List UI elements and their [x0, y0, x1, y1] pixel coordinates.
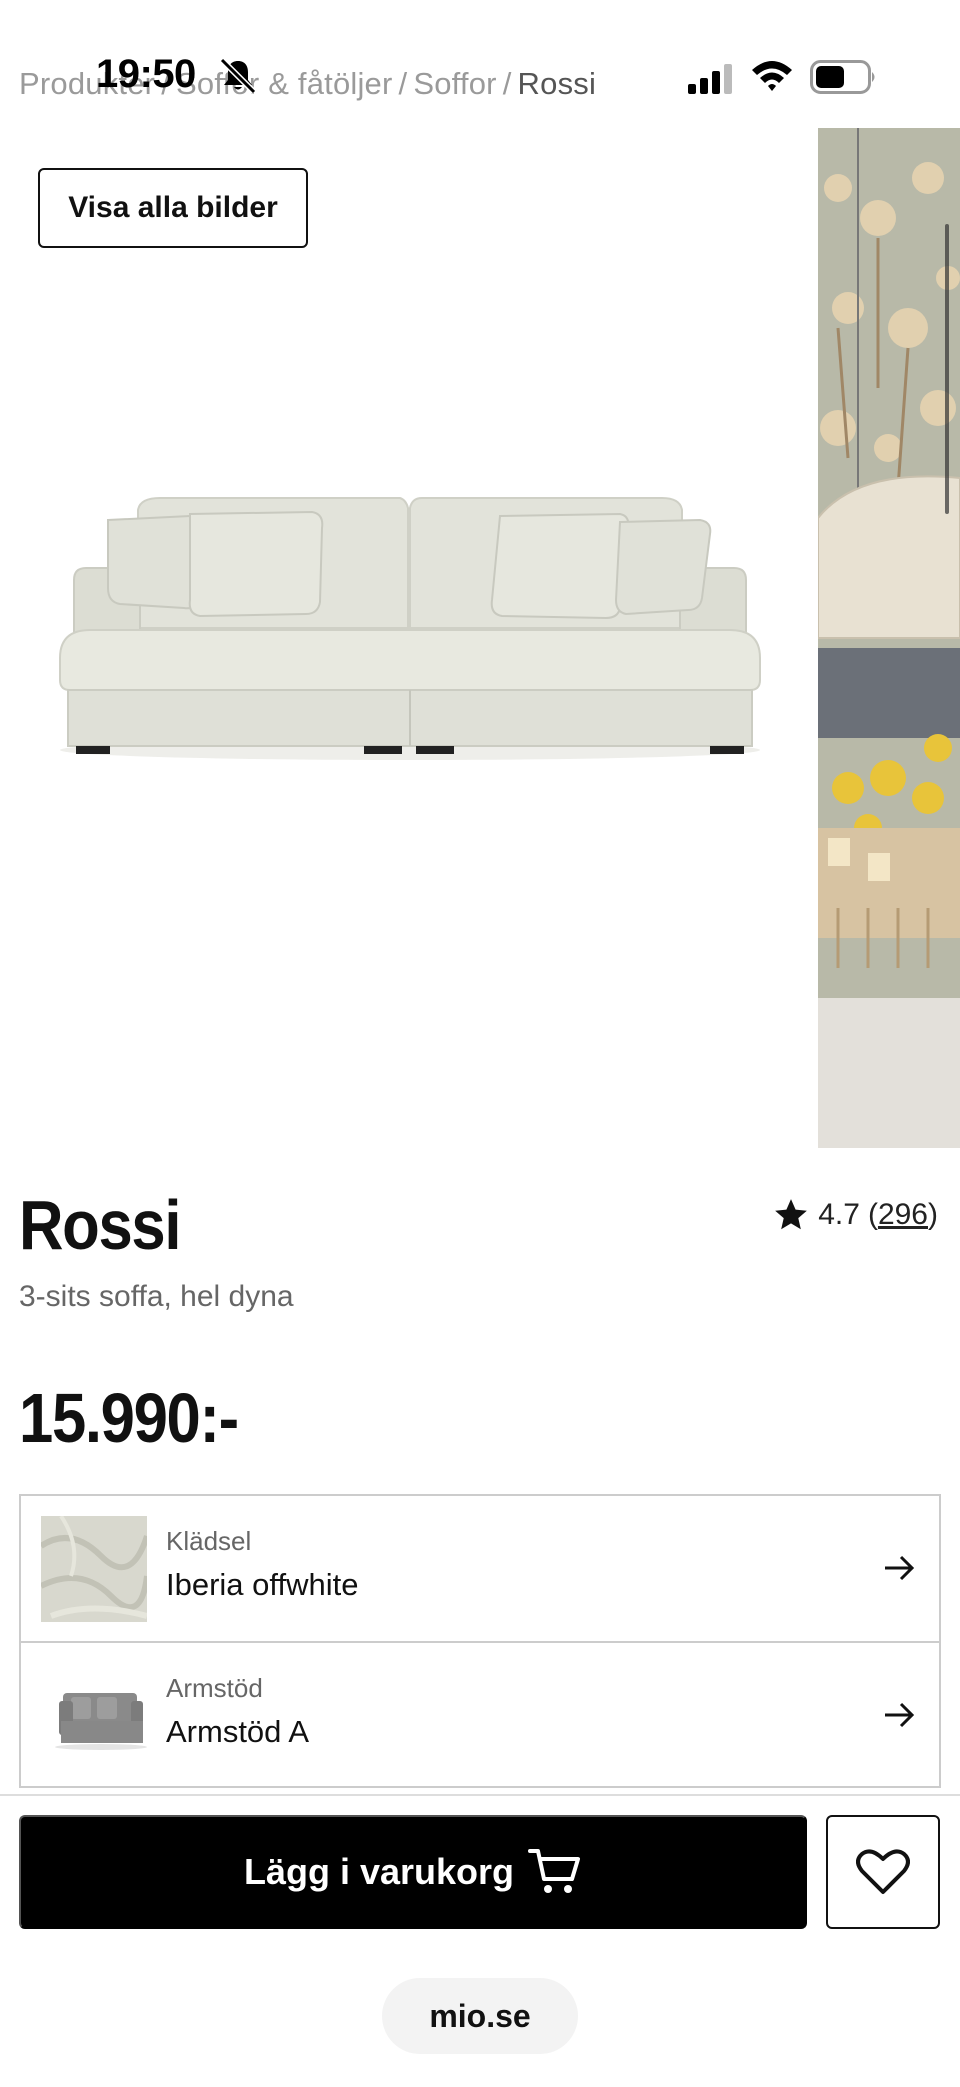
product-rating[interactable]: 4.7 (296) — [772, 1196, 938, 1234]
breadcrumb-item-soffor-fatoljer[interactable]: Soffor & fåtöljer — [176, 66, 393, 101]
review-count-link[interactable]: 296 — [878, 1198, 928, 1231]
breadcrumb-separator: / — [398, 66, 408, 101]
option-upholstery-text: Klädsel Iberia offwhite — [166, 1526, 358, 1603]
bottom-bar-divider — [0, 1794, 960, 1796]
option-label: Armstöd — [166, 1673, 263, 1703]
product-subtitle: 3-sits soffa, hel dyna — [19, 1280, 294, 1313]
breadcrumb-current: Rossi — [517, 66, 597, 101]
product-image-sofa[interactable] — [50, 468, 770, 768]
browser-url-bar[interactable]: mio.se — [382, 1978, 578, 2054]
breadcrumb-item-soffor[interactable]: Soffor — [413, 66, 496, 101]
product-title: Rossi — [19, 1186, 181, 1264]
review-count-wrapper[interactable]: (296) — [868, 1198, 938, 1232]
armrest-sofa-thumbnail — [41, 1663, 147, 1769]
add-to-cart-button[interactable]: Lägg i varukorg — [19, 1815, 807, 1929]
rating-value: 4.7 — [818, 1198, 860, 1231]
product-gallery[interactable]: Visa alla bilder — [0, 128, 960, 1148]
fabric-swatch-thumbnail — [41, 1516, 147, 1622]
breadcrumb-separator: / — [502, 66, 512, 101]
heart-icon — [856, 1849, 910, 1894]
product-image-room[interactable] — [818, 128, 960, 1148]
status-time: 19:50 — [96, 52, 196, 96]
wifi-icon — [752, 61, 792, 91]
star-icon — [775, 1199, 808, 1230]
option-value: Armstöd A — [166, 1714, 309, 1749]
option-armrest[interactable]: Armstöd Armstöd A — [21, 1641, 939, 1786]
gallery-scroll-indicator — [945, 224, 949, 514]
option-label: Klädsel — [166, 1526, 252, 1556]
view-all-images-button[interactable]: Visa alla bilder — [38, 168, 308, 248]
option-armrest-text: Armstöd Armstöd A — [166, 1673, 309, 1750]
arrow-right-icon — [885, 1702, 915, 1728]
product-options: Klädsel Iberia offwhite Armstöd Armstöd … — [19, 1494, 941, 1788]
option-value: Iberia offwhite — [166, 1567, 359, 1602]
favorite-button[interactable] — [826, 1815, 940, 1929]
arrow-right-icon — [885, 1555, 915, 1581]
product-price: 15.990:- — [19, 1379, 239, 1457]
add-to-cart-label: Lägg i varukorg — [243, 1851, 515, 1892]
option-upholstery[interactable]: Klädsel Iberia offwhite — [21, 1496, 939, 1641]
cellular-signal-icon — [688, 64, 732, 94]
bell-off-icon — [219, 57, 257, 95]
cart-icon — [528, 1849, 581, 1893]
battery-icon — [810, 60, 875, 94]
